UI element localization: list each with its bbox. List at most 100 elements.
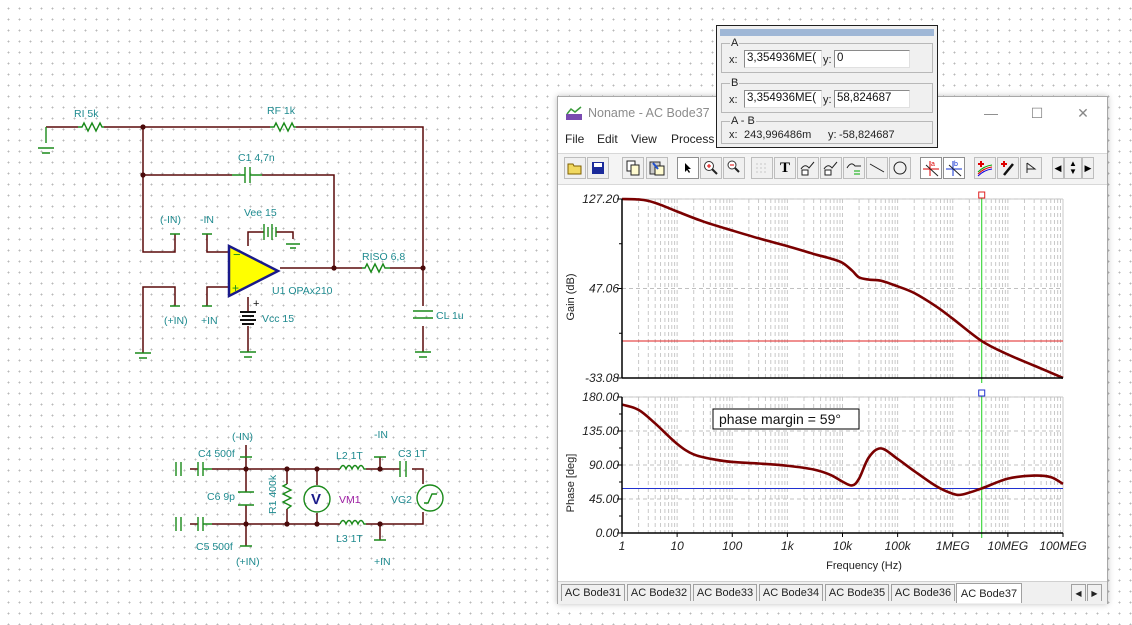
nav-updown-button[interactable]: ▲ ▼	[1064, 157, 1082, 179]
tab-scroll-left[interactable]: ◀	[1071, 584, 1086, 601]
cursor-b-x-field[interactable]: 3,354936ME(	[744, 90, 822, 108]
copy-button[interactable]	[622, 157, 644, 179]
cursor-diff-title: A - B	[730, 115, 756, 127]
svg-text:a: a	[931, 161, 935, 168]
minimize-button[interactable]: —	[968, 97, 1014, 129]
phase-x-ticks: 1 10 100 1k 10k 100k 1MEG 10MEG 100MEG	[619, 533, 1087, 553]
tab-ac-bode33[interactable]: AC Bode33	[693, 584, 757, 601]
opamp-plus: +	[232, 281, 239, 295]
cursor-b-y-field[interactable]: 58,824687	[834, 90, 910, 108]
gain-y-label: Gain (dB)	[565, 273, 577, 320]
resistor-ri	[78, 121, 104, 133]
menu-view[interactable]: View	[631, 132, 657, 146]
app-icon	[566, 106, 582, 120]
x-tick-label: 100MEG	[1039, 539, 1086, 553]
save-button[interactable]	[587, 157, 609, 179]
annotate-icon	[800, 161, 815, 176]
nav-updown-icon: ▲ ▼	[1069, 159, 1077, 176]
components-green	[38, 121, 444, 547]
cursor-a-title: A	[730, 37, 740, 49]
grid-icon	[756, 163, 766, 173]
panel-title-bar[interactable]	[720, 29, 934, 36]
annotate-button[interactable]	[797, 157, 819, 179]
cursor-a-icon: a	[923, 161, 939, 177]
circle-icon	[893, 161, 907, 175]
net-neg-in-2: -IN	[374, 429, 388, 441]
label-u1: U1 OPAx210	[272, 285, 333, 297]
phase-plot[interactable]: 180.00 135.00 90.00 45.00 0.00 1 10 100 1k 10k 10…	[565, 389, 1087, 572]
vcc-polarity: +	[253, 298, 259, 310]
curve-label-icon	[846, 163, 861, 175]
tab-scroll-left-icon: ◀	[1075, 588, 1082, 598]
pick-button[interactable]	[997, 157, 1019, 179]
schematic-canvas[interactable]: − + V + RI 5k RF 1k C1 4,7n Vee 15 Vcc 1…	[0, 0, 560, 625]
cursor-a-button[interactable]: a	[920, 157, 942, 179]
label-c1: C1 4,7n	[238, 152, 275, 164]
cursor-b-y-label: y:	[823, 94, 832, 106]
marker-button[interactable]	[1020, 157, 1042, 179]
cursor-diff-group: A - B x: 243,996486m y: -58,824687	[721, 115, 933, 144]
zoom-in-button[interactable]	[700, 157, 722, 179]
net-neg-in: -IN	[200, 214, 214, 226]
label-l2: L2 1T	[336, 450, 363, 462]
curve-label-button[interactable]	[843, 157, 865, 179]
capacitor-c1	[232, 167, 262, 183]
y-tick-label: -33.08	[585, 371, 619, 385]
tab-ac-bode35[interactable]: AC Bode35	[825, 584, 889, 601]
bode-plots[interactable]: 127.20 47.06 -33.08 Gain (dB) 180.00 135.00…	[558, 185, 1107, 581]
capacitor-cl	[413, 310, 433, 319]
text-button[interactable]: T	[774, 157, 796, 179]
cursor-a-y-field[interactable]: 0	[834, 50, 910, 68]
gain-plot[interactable]: 127.20 47.06 -33.08 Gain (dB)	[565, 191, 1064, 385]
select-arrow-icon	[685, 163, 691, 173]
cursor-b-icon: b	[946, 161, 962, 177]
menu-file[interactable]: File	[565, 132, 584, 146]
tab-ac-bode32[interactable]: AC Bode32	[627, 584, 691, 601]
grid-button[interactable]	[751, 157, 773, 179]
voltmeter-glyph: V	[311, 491, 321, 508]
x-tick-label: 100	[722, 539, 742, 553]
x-tick-label: 1MEG	[936, 539, 970, 553]
label-vcc: Vcc 15	[262, 313, 294, 325]
cursor-a-x-field[interactable]: 3,354936ME(	[744, 50, 822, 68]
cursor-a-handle[interactable]	[978, 191, 986, 199]
label-l3: L3 1T	[336, 533, 363, 545]
maximize-button[interactable]: ☐	[1014, 97, 1060, 129]
y-tick-label: 90.00	[589, 458, 619, 472]
label-riso: RISO 6,8	[362, 251, 405, 263]
tab-ac-bode36[interactable]: AC Bode36	[891, 584, 955, 601]
paste-button[interactable]	[646, 157, 668, 179]
window-title: Noname - AC Bode37	[588, 106, 710, 120]
label-vg2: VG2	[391, 494, 412, 506]
net-pos-in-paren: (+IN)	[164, 315, 188, 327]
open-icon	[567, 163, 582, 175]
tab-ac-bode31[interactable]: AC Bode31	[561, 584, 625, 601]
menu-edit[interactable]: Edit	[597, 132, 618, 146]
select-button[interactable]	[677, 157, 699, 179]
cursor-diff-y-value: -58,824687	[839, 129, 895, 141]
add-curve-button[interactable]	[974, 157, 996, 179]
nav-left-button[interactable]: ◀	[1052, 157, 1064, 179]
label-vee: Vee 15	[244, 207, 277, 219]
tab-scroll-right[interactable]: ▶	[1087, 584, 1102, 601]
cursor-readout-panel[interactable]: A x: 3,354936ME( y: 0 B x: 3,354936ME( y…	[716, 25, 938, 148]
menu-process[interactable]: Process	[671, 132, 714, 146]
circle-button[interactable]	[889, 157, 911, 179]
tab-scroll-right-icon: ▶	[1091, 588, 1098, 598]
open-button[interactable]	[564, 157, 586, 179]
cursor-diff-x-label: x:	[729, 129, 738, 141]
line-button[interactable]	[866, 157, 888, 179]
cursor-b-handle[interactable]	[978, 389, 986, 397]
cursor-b-button[interactable]: b	[943, 157, 965, 179]
text-icon: T	[779, 159, 790, 176]
phase-margin-annotation[interactable]: phase margin = 59°	[712, 408, 860, 430]
y-tick-label: 47.06	[589, 282, 619, 296]
nav-right-button[interactable]: ▶	[1082, 157, 1094, 179]
tab-ac-bode37[interactable]: AC Bode37	[956, 583, 1022, 603]
zoom-100-button[interactable]	[723, 157, 745, 179]
close-button[interactable]: ✕	[1060, 97, 1106, 129]
bode-window[interactable]: Noname - AC Bode37 — ☐ ✕ File Edit View …	[557, 96, 1108, 604]
label-c5: C5 500f	[196, 541, 233, 553]
tab-ac-bode34[interactable]: AC Bode34	[759, 584, 823, 601]
annotate-query-button[interactable]	[820, 157, 842, 179]
